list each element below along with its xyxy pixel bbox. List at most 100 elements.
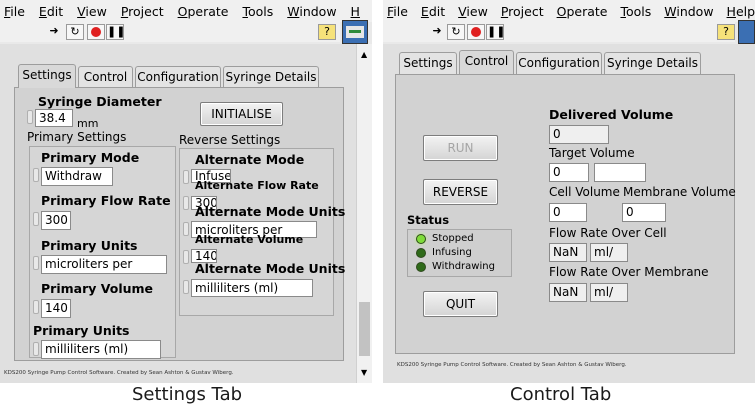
- membrane-volume-field[interactable]: 0: [622, 203, 666, 222]
- delivered-volume-field: 0: [549, 125, 609, 144]
- tab-syringe-details[interactable]: Syringe Details: [604, 52, 701, 74]
- alternate-volume-stepper[interactable]: [183, 250, 189, 264]
- scroll-down-icon[interactable]: ▼: [361, 368, 367, 377]
- menu-tools[interactable]: Tools: [242, 4, 273, 19]
- cell-volume-label: Cell Volume: [549, 185, 620, 199]
- run-continuous-icon[interactable]: ↻: [447, 24, 465, 40]
- alternate-volume-label: Alternate Volume: [195, 233, 304, 246]
- initialise-button[interactable]: INITIALISE: [200, 102, 283, 126]
- menu-help[interactable]: Help: [727, 4, 755, 19]
- menu-operate[interactable]: Operate: [557, 4, 608, 19]
- alternate-flow-rate-stepper[interactable]: [183, 196, 189, 210]
- toolbar-right: ➜ ↻ ❚❚ ?: [383, 22, 735, 42]
- membrane-volume-label: Membrane Volume: [623, 185, 736, 199]
- target-volume-extra-field[interactable]: [594, 163, 646, 182]
- syringe-diameter-stepper[interactable]: [27, 110, 33, 124]
- menu-edit[interactable]: Edit: [421, 4, 445, 19]
- withdrawing-label: Withdrawing: [432, 261, 495, 272]
- reverse-settings-group: Alternate Mode Infuse Alternate Flow Rat…: [179, 148, 345, 316]
- primary-units-select[interactable]: microliters per: [41, 255, 167, 274]
- tab-settings[interactable]: Settings: [18, 64, 76, 88]
- primary-volume-label: Primary Volume: [41, 281, 153, 296]
- quit-button[interactable]: QUIT: [423, 291, 498, 317]
- primary-mode-label: Primary Mode: [41, 150, 140, 165]
- tab-control[interactable]: Control: [459, 50, 514, 74]
- flow-rate-membrane-field: NaN: [549, 283, 587, 302]
- primary-flow-rate-field[interactable]: 300: [41, 211, 71, 230]
- flow-rate-cell-unit[interactable]: ml/: [590, 243, 628, 262]
- primary-volume-field[interactable]: 140: [41, 299, 71, 318]
- menu-bar: File Edit View Project Operate Tools Win…: [0, 0, 372, 22]
- menu-project[interactable]: Project: [121, 4, 164, 19]
- tab-syringe-details[interactable]: Syringe Details: [223, 66, 319, 88]
- primary-volume-stepper[interactable]: [33, 300, 39, 314]
- abort-icon[interactable]: [87, 24, 105, 40]
- flow-rate-membrane-unit[interactable]: ml/: [590, 283, 628, 302]
- flow-rate-membrane-label: Flow Rate Over Membrane: [549, 265, 709, 279]
- vertical-scrollbar[interactable]: ▲ ▼: [356, 44, 372, 383]
- tab-control[interactable]: Control: [78, 66, 133, 88]
- primary-mode-stepper[interactable]: [33, 168, 39, 182]
- abort-icon[interactable]: [467, 24, 485, 40]
- syringe-diameter-unit: mm: [77, 117, 99, 130]
- tab-settings[interactable]: Settings: [399, 52, 457, 74]
- syringe-diameter-field[interactable]: 38.4: [35, 109, 73, 127]
- menu-view[interactable]: View: [77, 4, 107, 19]
- menu-file[interactable]: File: [387, 4, 408, 19]
- pause-icon[interactable]: ❚❚: [106, 24, 125, 40]
- primary-units2-select[interactable]: milliliters (ml): [41, 340, 161, 359]
- primary-units-stepper[interactable]: [33, 256, 39, 270]
- run-continuous-icon[interactable]: ↻: [66, 24, 84, 40]
- settings-panel: Syringe Diameter 38.4 mm INITIALISE Prim…: [14, 87, 345, 361]
- primary-units2-stepper[interactable]: [33, 342, 39, 356]
- run-arrow-icon[interactable]: ➜: [428, 24, 446, 40]
- alternate-mode-label: Alternate Mode: [195, 152, 305, 167]
- run-arrow-icon[interactable]: ➜: [45, 24, 63, 40]
- alternate-mode-units2-label: Alternate Mode Units: [195, 261, 346, 276]
- tab-configuration[interactable]: Configuration: [516, 52, 602, 74]
- pause-icon[interactable]: ❚❚: [486, 24, 505, 40]
- menu-edit[interactable]: Edit: [39, 4, 63, 19]
- alternate-mode-units-stepper[interactable]: [183, 222, 189, 236]
- run-button[interactable]: RUN: [423, 135, 498, 161]
- primary-flow-rate-stepper[interactable]: [33, 212, 39, 226]
- primary-settings-group: Primary Mode Withdraw Primary Flow Rate …: [29, 146, 176, 359]
- menu-tools[interactable]: Tools: [620, 4, 651, 19]
- credit-text: KDS200 Syringe Pump Control Software. Cr…: [4, 370, 234, 376]
- control-tab-caption: Control Tab: [510, 384, 612, 405]
- alternate-mode-stepper[interactable]: [183, 170, 189, 184]
- alternate-mode-units2-stepper[interactable]: [183, 280, 189, 294]
- settings-window: File Edit View Project Operate Tools Win…: [0, 0, 372, 383]
- stopped-label: Stopped: [432, 233, 474, 244]
- menu-operate[interactable]: Operate: [178, 4, 229, 19]
- flow-rate-cell-field: NaN: [549, 243, 587, 262]
- menu-view[interactable]: View: [458, 4, 488, 19]
- primary-units-label: Primary Units: [41, 238, 138, 253]
- cell-volume-field[interactable]: 0: [549, 203, 587, 222]
- menu-window[interactable]: Window: [664, 4, 713, 19]
- scroll-thumb[interactable]: [359, 302, 370, 356]
- alternate-mode-units2-select[interactable]: milliliters (ml): [191, 279, 313, 297]
- help-icon[interactable]: ?: [717, 24, 735, 40]
- tab-configuration[interactable]: Configuration: [135, 66, 221, 88]
- target-volume-field[interactable]: 0: [549, 163, 589, 182]
- labview-icon: [342, 20, 368, 44]
- primary-mode-select[interactable]: Withdraw: [41, 167, 113, 186]
- target-volume-label: Target Volume: [549, 146, 635, 160]
- infusing-label: Infusing: [432, 247, 472, 258]
- help-icon[interactable]: ?: [318, 24, 336, 40]
- syringe-diameter-label: Syringe Diameter: [38, 94, 162, 109]
- menu-file[interactable]: File: [4, 4, 25, 19]
- primary-units2-label: Primary Units: [33, 323, 130, 338]
- reverse-button[interactable]: REVERSE: [423, 179, 498, 205]
- menu-help[interactable]: H: [351, 4, 360, 19]
- settings-tab-caption: Settings Tab: [132, 384, 243, 405]
- status-indicators: Stopped Infusing Withdrawing: [407, 229, 512, 277]
- menu-bar-right: File Edit View Project Operate Tools Win…: [383, 0, 755, 22]
- labview-icon: [738, 20, 755, 44]
- credit-text: KDS200 Syringe Pump Control Software. Cr…: [397, 362, 627, 368]
- menu-project[interactable]: Project: [501, 4, 544, 19]
- menu-window[interactable]: Window: [287, 4, 336, 19]
- toolbar: ➜ ↻ ❚❚ ?: [0, 22, 340, 42]
- scroll-up-icon[interactable]: ▲: [361, 50, 367, 59]
